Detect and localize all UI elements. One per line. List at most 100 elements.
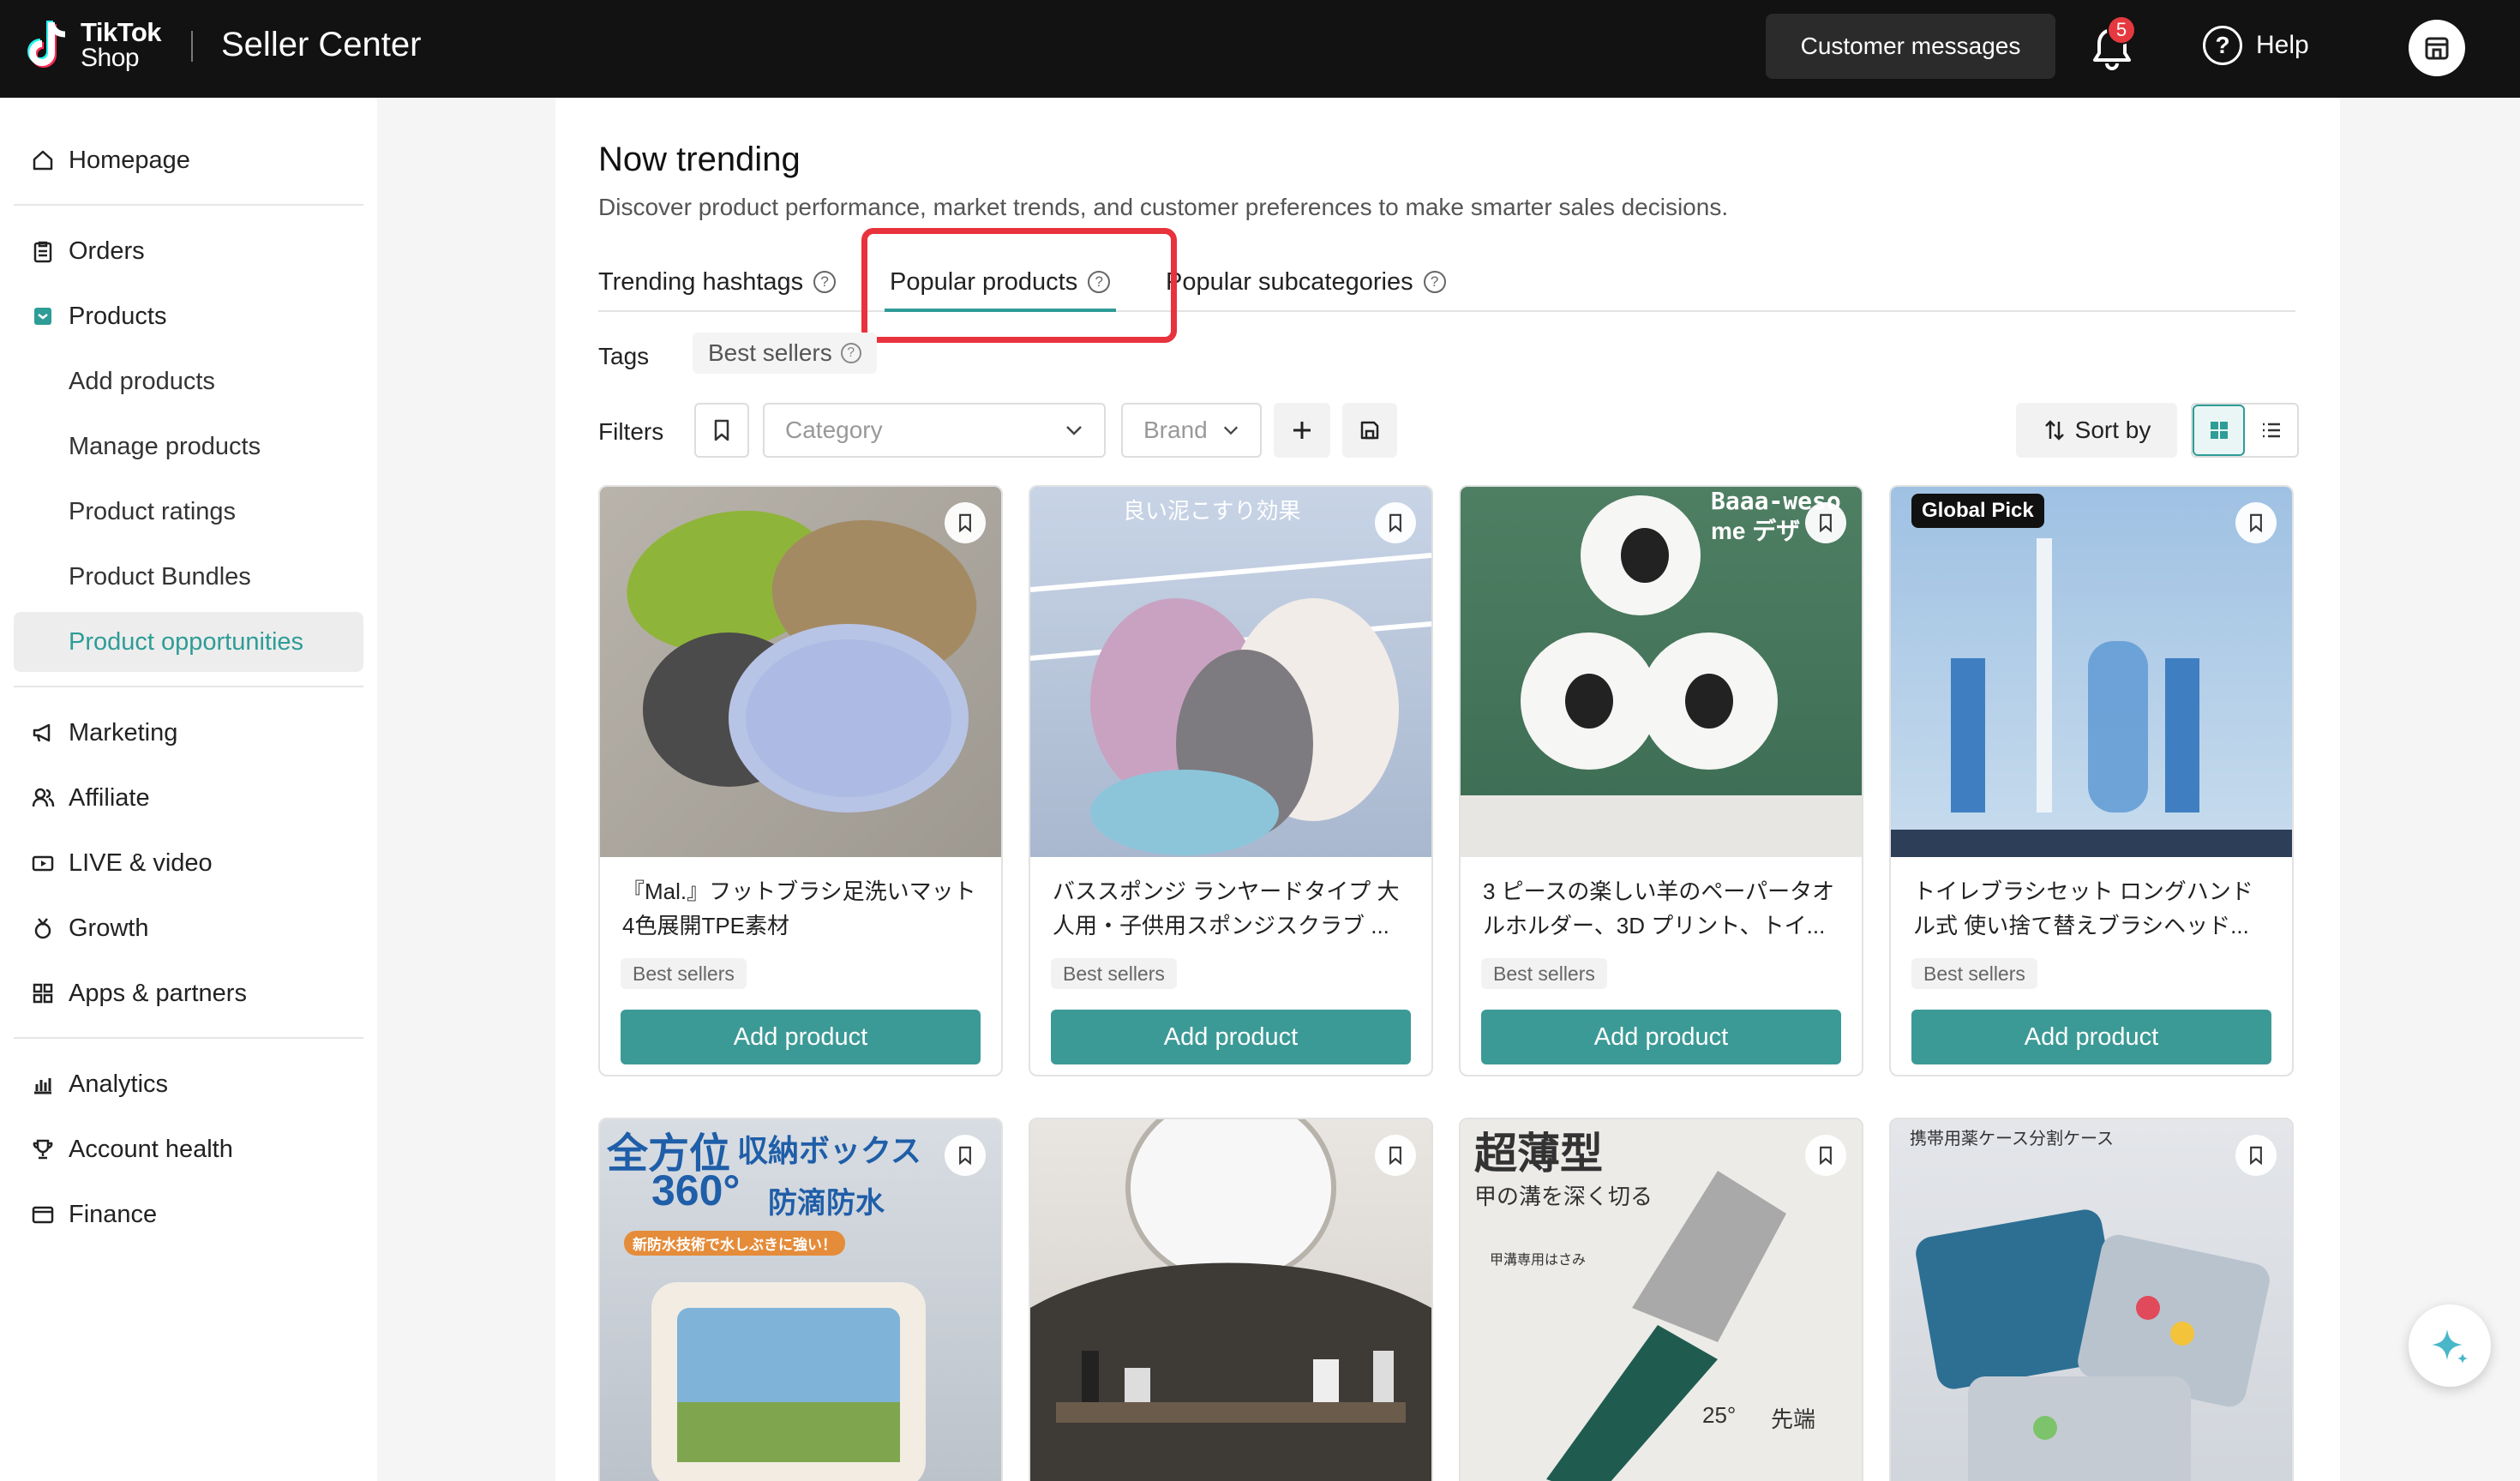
sidebar-item-homepage[interactable]: Homepage [14, 130, 363, 190]
product-image[interactable]: 携帯用薬ケース分割ケース [1891, 1119, 2292, 1481]
image-caption: 甲溝専用はさみ [1490, 1253, 1587, 1268]
tag-chip-label: Best sellers [708, 339, 832, 366]
question-icon[interactable]: ? [840, 343, 861, 363]
notification-badge: 5 [2107, 15, 2136, 45]
product-card[interactable]: 全方位 収納ボックス 360° 防滴防水 新防水技術で水しぶきに強い！ [598, 1118, 1003, 1481]
bookmark-icon[interactable] [1805, 502, 1846, 543]
bookmark-icon[interactable] [2235, 502, 2277, 543]
sidebar-item-label: Affiliate [69, 783, 150, 812]
sidebar-item-manage-products[interactable]: Manage products [14, 417, 363, 477]
tiktok-shop-logo[interactable]: TikTok Shop [26, 17, 162, 74]
add-filter-button[interactable] [1274, 403, 1330, 458]
product-image[interactable]: 良い泥こすり効果 [1030, 487, 1431, 857]
product-card[interactable]: 携帯用薬ケース分割ケース [1889, 1118, 2294, 1481]
product-image[interactable]: 全方位 収納ボックス 360° 防滴防水 新防水技術で水しぶきに強い！ [600, 1119, 1001, 1481]
sidebar-item-growth[interactable]: Growth [14, 898, 363, 958]
sidebar-item-finance[interactable]: Finance [14, 1184, 363, 1244]
sidebar-item-analytics[interactable]: Analytics [14, 1054, 363, 1114]
product-card[interactable]: 良い泥こすり効果 バススポンジ ランヤードタイプ 大人用・子供用スポンジスクラブ… [1029, 485, 1433, 1076]
sidebar-item-live-video[interactable]: LIVE & video [14, 833, 363, 893]
product-image[interactable] [1030, 1119, 1431, 1481]
image-caption: 防滴防水 [768, 1187, 885, 1220]
bookmark-icon[interactable] [1375, 1135, 1416, 1176]
tab-bar: Trending hashtags ? Popular products ? P… [598, 261, 2295, 312]
bookmark-icon[interactable] [1375, 502, 1416, 543]
sidebar-divider [14, 204, 363, 206]
product-image[interactable]: 超薄型 甲の溝を深く切る 甲溝専用はさみ 25° 先端 [1461, 1119, 1862, 1481]
sidebar-item-label: Account health [69, 1135, 233, 1163]
brand-select[interactable]: Brand [1121, 403, 1262, 458]
sidebar-item-label: Product Bundles [69, 562, 251, 591]
list-view-icon[interactable] [2245, 405, 2297, 456]
highlight-annotation-box [861, 228, 1177, 343]
ai-assistant-sparkle-icon[interactable] [2409, 1304, 2491, 1387]
sidebar-item-marketing[interactable]: Marketing [14, 703, 363, 763]
best-sellers-tag: Best sellers [1051, 958, 1177, 989]
add-product-button[interactable]: Add product [1481, 1010, 1841, 1064]
sidebar-divider [14, 686, 363, 687]
best-sellers-tag: Best sellers [1911, 958, 2037, 989]
page-description: Discover product performance, market tre… [598, 194, 1729, 220]
image-caption: 収納ボックス [737, 1133, 921, 1168]
sidebar-item-apps-partners[interactable]: Apps & partners [14, 963, 363, 1023]
category-placeholder: Category [785, 417, 883, 443]
product-card[interactable] [1029, 1118, 1433, 1481]
sidebar-item-products[interactable]: Products [14, 286, 363, 346]
sidebar-item-label: Product opportunities [69, 627, 304, 656]
bookmark-icon[interactable] [2235, 1135, 2277, 1176]
product-image[interactable]: Baaa-weso me デザ [1461, 487, 1862, 857]
product-image[interactable] [600, 487, 1001, 857]
product-title[interactable]: バススポンジ ランヤードタイプ 大人用・子供用スポンジスクラブ ... [1053, 874, 1413, 943]
bookmark-icon[interactable] [945, 502, 986, 543]
header-divider [191, 31, 193, 62]
sort-icon [2044, 420, 2064, 441]
sidebar-item-product-ratings[interactable]: Product ratings [14, 482, 363, 542]
save-filter-button[interactable] [1342, 403, 1397, 458]
tag-chip-best-sellers[interactable]: Best sellers ? [693, 333, 877, 374]
best-sellers-tag: Best sellers [1481, 958, 1607, 989]
product-image[interactable]: Global Pick [1891, 487, 2292, 857]
sidebar-item-label: Products [69, 302, 167, 330]
sidebar-item-label: LIVE & video [69, 848, 213, 877]
chevron-down-icon [1066, 426, 1082, 435]
product-card[interactable]: Baaa-weso me デザ 3 ピースの楽しい羊のペーパータオルホルダー、3… [1459, 485, 1863, 1076]
brand-line-1: TikTok [81, 17, 162, 47]
add-product-button[interactable]: Add product [621, 1010, 981, 1064]
store-icon[interactable] [2409, 20, 2465, 76]
sort-by-button[interactable]: Sort by [2016, 403, 2177, 458]
image-caption: 良い泥こすり効果 [1123, 498, 1301, 524]
product-box-icon [29, 303, 57, 330]
bar-chart-icon [29, 1070, 57, 1098]
top-bar: TikTok Shop Seller Center Customer messa… [0, 0, 2520, 98]
question-icon[interactable]: ? [813, 271, 837, 293]
save-icon [1360, 421, 1379, 440]
sidebar-item-orders[interactable]: Orders [14, 221, 363, 281]
help-button[interactable]: ? Help [2203, 26, 2309, 65]
product-card[interactable]: Global Pick トイレブラシセット ロングハンドル式 使い捨て替えブラシ… [1889, 485, 2294, 1076]
sidebar-item-account-health[interactable]: Account health [14, 1119, 363, 1179]
tab-trending-hashtags[interactable]: Trending hashtags ? [598, 261, 837, 303]
product-card[interactable]: 『Mal.』フットブラシ足洗いマット 4色展開TPE素材 Best seller… [598, 485, 1003, 1076]
category-select[interactable]: Category [763, 403, 1106, 458]
saved-filters-button[interactable] [694, 403, 749, 458]
product-card[interactable]: 超薄型 甲の溝を深く切る 甲溝専用はさみ 25° 先端 [1459, 1118, 1863, 1481]
filters-label: Filters [598, 418, 664, 445]
sidebar-item-product-bundles[interactable]: Product Bundles [14, 547, 363, 607]
image-caption: me デザ [1711, 518, 1801, 544]
bookmark-icon[interactable] [945, 1135, 986, 1176]
tab-popular-subcategories[interactable]: Popular subcategories ? [1166, 261, 1446, 303]
add-product-button[interactable]: Add product [1051, 1010, 1411, 1064]
grid-view-icon[interactable] [2193, 405, 2246, 456]
customer-messages-button[interactable]: Customer messages [1766, 14, 2055, 79]
bookmark-icon[interactable] [1805, 1135, 1846, 1176]
product-title[interactable]: 3 ピースの楽しい羊のペーパータオルホルダー、3D プリント、トイ... [1483, 874, 1843, 943]
sidebar-item-add-products[interactable]: Add products [14, 351, 363, 411]
trophy-icon [29, 1136, 57, 1163]
question-icon[interactable]: ? [1423, 271, 1446, 293]
sidebar: Homepage Orders Products Add products Ma… [0, 98, 377, 1481]
product-title[interactable]: 『Mal.』フットブラシ足洗いマット 4色展開TPE素材 [622, 874, 982, 943]
sidebar-item-product-opportunities[interactable]: Product opportunities [14, 612, 363, 672]
product-title[interactable]: トイレブラシセット ロングハンドル式 使い捨て替えブラシヘッド... [1913, 874, 2273, 943]
sidebar-item-affiliate[interactable]: Affiliate [14, 768, 363, 828]
add-product-button[interactable]: Add product [1911, 1010, 2271, 1064]
